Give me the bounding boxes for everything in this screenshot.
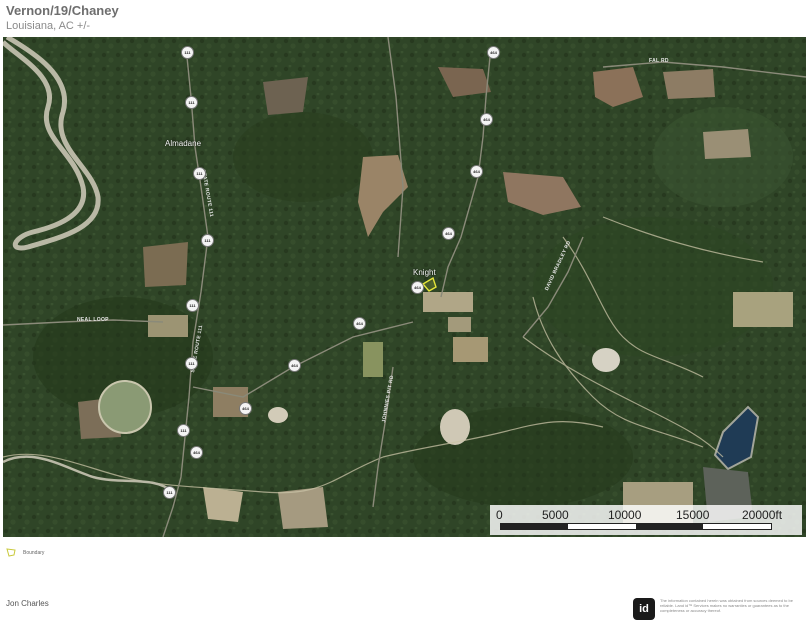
scale-bar-graphic — [500, 523, 772, 530]
place-label-almadane: Almadane — [165, 139, 202, 148]
route-shield-111: 111 — [201, 234, 214, 247]
route-shield-111: 111 — [185, 96, 198, 109]
disclaimer-text: The information contained herein was obt… — [660, 598, 793, 613]
route-shield-464: 464 — [480, 113, 493, 126]
scale-bar: 0 5000 10000 15000 20000ft — [490, 505, 802, 535]
boundary-legend-swatch — [6, 548, 16, 557]
scale-label: 10000 — [608, 508, 642, 522]
route-shield-464: 464 — [411, 281, 424, 294]
road-label-fal-rd: FAL RD — [649, 58, 669, 64]
route-shield-111: 111 — [181, 46, 194, 59]
road-label-neal-loop: NEAL LOOP — [77, 317, 109, 323]
route-shield-464: 464 — [442, 227, 455, 240]
route-shield-464: 464 — [239, 402, 252, 415]
route-shield-111: 111 — [185, 357, 198, 370]
agent-name: Jon Charles — [6, 599, 49, 608]
scale-label: 5000 — [542, 508, 569, 522]
route-shield-464: 464 — [487, 46, 500, 59]
header: Vernon/19/Chaney Louisiana, AC +/- — [6, 3, 119, 33]
map-subtitle: Louisiana, AC +/- — [6, 20, 91, 32]
place-label-knight: Knight — [413, 268, 436, 277]
map-title: Vernon/19/Chaney — [6, 3, 119, 18]
scale-label: 20000ft — [742, 508, 783, 522]
route-shield-111: 111 — [186, 299, 199, 312]
route-shield-464: 464 — [190, 446, 203, 459]
route-shield-111: 111 — [163, 486, 176, 499]
route-shield-464: 464 — [470, 165, 483, 178]
map-imagery — [3, 37, 806, 537]
satellite-map[interactable]: Almadane Knight NEAL LOOP STATE ROUTE 11… — [3, 37, 806, 537]
scale-label: 15000 — [676, 508, 710, 522]
route-shield-464: 464 — [353, 317, 366, 330]
route-shield-111: 111 — [177, 424, 190, 437]
brand-logo: id — [633, 598, 655, 620]
route-shield-111: 111 — [193, 167, 206, 180]
scale-label: 0 — [496, 508, 503, 522]
legend-label: Boundary — [23, 549, 45, 556]
route-shield-464: 464 — [288, 359, 301, 372]
legend: Boundary — [6, 548, 44, 557]
